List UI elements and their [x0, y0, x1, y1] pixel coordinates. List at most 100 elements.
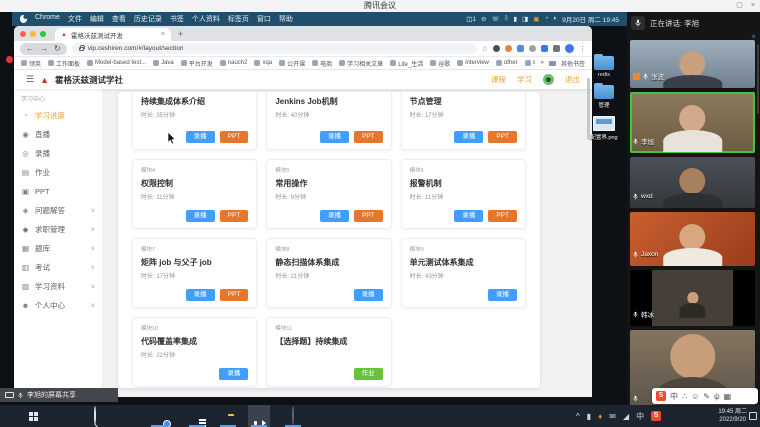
card-action-button[interactable]: PPT: [220, 289, 249, 301]
card-action-button[interactable]: 录播: [219, 368, 248, 380]
sidebar-item[interactable]: ◆ 求职管理 ∨: [14, 220, 102, 239]
card-action-button[interactable]: PPT: [488, 131, 517, 143]
bookmark-item[interactable]: Model-based test...: [87, 60, 146, 66]
network-icon[interactable]: ◢: [623, 412, 629, 421]
participant-video-tile[interactable]: Jaxon: [630, 212, 755, 266]
url-bar[interactable]: vip.ceshiren.com/#/layout/section: [72, 43, 477, 54]
desktop-icon[interactable]: 配置界.png: [590, 116, 617, 141]
browser-tab[interactable]: ▲ 霍格沃兹测试开发 ×: [55, 28, 171, 41]
mac-zoom-icon[interactable]: [40, 31, 46, 37]
participants-scrollbar[interactable]: [757, 44, 759, 114]
mac-menu-item[interactable]: 书签: [170, 14, 184, 24]
meeting-camera-icon[interactable]: ◫1: [466, 15, 476, 23]
screen-share-indicator[interactable]: 李旭的屏幕共享: [0, 388, 118, 402]
card-action-button[interactable]: 录播: [454, 210, 483, 222]
ime-mode-icon[interactable]: 中: [636, 411, 644, 422]
battery-icon[interactable]: ▮: [514, 15, 518, 23]
mac-menu-item[interactable]: 帮助: [279, 14, 293, 24]
layout-switch-icon[interactable]: ◈: [751, 33, 756, 40]
card-action-button[interactable]: PPT: [220, 210, 249, 222]
ime-cn-icon[interactable]: 中: [670, 391, 678, 402]
sogou-logo-icon[interactable]: S: [656, 391, 666, 401]
nav-courses-link[interactable]: 课程: [491, 74, 506, 85]
mac-menu-item[interactable]: 标签页: [228, 14, 249, 24]
new-tab-button[interactable]: +: [178, 28, 183, 41]
tencent-docs-app[interactable]: [186, 405, 208, 427]
bookmark-item[interactable]: Life_生活: [390, 59, 423, 68]
user-avatar[interactable]: ☻: [543, 74, 554, 85]
bookmark-item[interactable]: 领英: [21, 59, 41, 68]
extension-icon[interactable]: [517, 45, 524, 52]
card-action-button[interactable]: 录播: [186, 210, 215, 222]
card-action-button[interactable]: 录播: [186, 289, 215, 301]
speaker-mic-icon[interactable]: [631, 16, 645, 30]
mac-menu-item[interactable]: 编辑: [90, 14, 104, 24]
ime-mic-icon[interactable]: ψ: [714, 392, 720, 401]
bookmark-item[interactable]: Java: [153, 60, 174, 66]
card-action-button[interactable]: 录播: [488, 289, 517, 301]
tray-expand-icon[interactable]: ^: [576, 412, 580, 421]
mac-minimize-icon[interactable]: [30, 31, 36, 37]
extension-icon[interactable]: [541, 45, 548, 52]
screenshot-icon[interactable]: ▣: [533, 15, 539, 23]
hamburger-menu-icon[interactable]: ☰: [26, 74, 34, 85]
extension-icon[interactable]: [529, 45, 536, 52]
message-icon[interactable]: ✉: [609, 412, 616, 421]
ime-keyboard-icon[interactable]: ▦: [724, 392, 732, 401]
card-action-button[interactable]: PPT: [354, 131, 383, 143]
mac-menu-item[interactable]: Chrome: [35, 14, 60, 24]
control-center-icon[interactable]: ◐: [553, 15, 557, 23]
sogou-pet-icon[interactable]: ♦: [598, 412, 602, 421]
participant-video-tile[interactable]: 李旭: [630, 92, 755, 153]
card-action-button[interactable]: 作业: [354, 368, 383, 380]
card-action-button[interactable]: 录播: [320, 131, 349, 143]
participant-video-tile[interactable]: 张波: [630, 40, 755, 88]
card-action-button[interactable]: PPT: [220, 131, 249, 143]
back-icon[interactable]: ←: [26, 44, 34, 54]
ime-emoji-icon[interactable]: ☺: [691, 392, 699, 401]
close-window-icon[interactable]: ×: [751, 0, 755, 12]
spotlight-icon[interactable]: ◔: [544, 15, 548, 23]
card-action-button[interactable]: 录播: [454, 131, 483, 143]
sidebar-item[interactable]: ◈ 问题解答 ∨: [14, 201, 102, 220]
bluetooth-icon[interactable]: ᛒ: [505, 15, 509, 23]
nav-logout-link[interactable]: 退出: [565, 74, 580, 85]
bookmark-item[interactable]: xqa: [254, 60, 272, 66]
card-action-button[interactable]: 录播: [354, 289, 383, 301]
start-button[interactable]: [22, 405, 44, 427]
bookmark-item[interactable]: other: [496, 60, 518, 66]
tab-close-icon[interactable]: ×: [161, 31, 165, 38]
taskbar-clock[interactable]: 19:45 周二 2022/9/20: [718, 408, 747, 424]
bookmark-item[interactable]: 谷歌: [430, 59, 450, 68]
netease-music-app[interactable]: [282, 405, 304, 427]
mac-close-icon[interactable]: [20, 31, 26, 37]
other-bookmarks-label[interactable]: 其他书签: [561, 59, 585, 68]
reload-icon[interactable]: ↻: [54, 44, 61, 54]
ime-pen-icon[interactable]: ✎: [703, 392, 710, 401]
bookmark-item[interactable]: 电商: [312, 59, 332, 68]
bookmark-item[interactable]: 工作面板: [48, 59, 80, 68]
mac-menu-item[interactable]: 窗口: [257, 14, 271, 24]
sidebar-item[interactable]: ◔ 学习进度: [14, 106, 102, 125]
taskbar-search-button[interactable]: [84, 405, 106, 427]
sidebar-item[interactable]: ▦ 题库 ∨: [14, 239, 102, 258]
card-action-button[interactable]: 录播: [186, 131, 215, 143]
bookmark-star-icon[interactable]: ☆: [482, 45, 488, 53]
file-explorer-app[interactable]: [217, 405, 239, 427]
browser-menu-kebab-icon[interactable]: ⋮: [579, 45, 586, 53]
display-icon[interactable]: ◨: [522, 15, 528, 23]
bookmark-item[interactable]: 公开课: [279, 59, 305, 68]
bookmark-item[interactable]: 平台开发: [181, 59, 213, 68]
participant-video-tile[interactable]: wxd: [630, 157, 755, 208]
bookmark-item[interactable]: 学习相关文章: [339, 59, 383, 68]
mac-menu-item[interactable]: 历史记录: [134, 14, 162, 24]
desktop-icon[interactable]: 管理: [594, 85, 614, 109]
sidebar-item[interactable]: ▣ PPT: [14, 182, 102, 201]
forward-icon[interactable]: →: [40, 44, 48, 54]
desktop-icon[interactable]: redis: [594, 56, 614, 78]
bookmark-item[interactable]: interview: [457, 60, 489, 66]
sidebar-item[interactable]: ▤ 作业: [14, 163, 102, 182]
ime-punct-icon[interactable]: ∴: [682, 392, 687, 401]
do-not-disturb-icon[interactable]: ⊖: [481, 15, 486, 23]
mac-menu-item[interactable]: 个人资料: [192, 14, 220, 24]
